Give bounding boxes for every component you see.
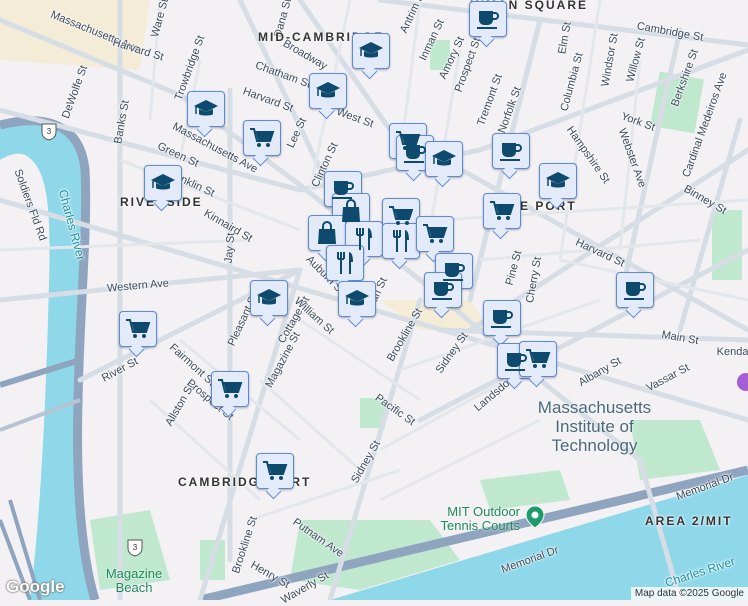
- school-marker[interactable]: [187, 91, 225, 127]
- cart-icon: [250, 128, 275, 147]
- svg-text:3: 3: [133, 543, 138, 552]
- school-icon: [345, 290, 369, 306]
- grocery-marker[interactable]: [416, 216, 454, 252]
- school-marker[interactable]: [539, 163, 577, 199]
- fork-icon: [356, 228, 372, 250]
- school-marker[interactable]: [352, 33, 390, 69]
- grocery-marker[interactable]: [243, 120, 281, 156]
- neighborhood-label: AREA 2/MIT: [645, 514, 733, 528]
- coffee-icon: [491, 310, 513, 328]
- google-logo[interactable]: Google: [6, 577, 65, 597]
- school-icon: [257, 289, 281, 305]
- fork-icon: [337, 252, 353, 274]
- school-marker[interactable]: [144, 165, 182, 201]
- coffee-marker[interactable]: [469, 1, 507, 37]
- cart-icon: [126, 319, 151, 338]
- school-icon: [432, 150, 456, 166]
- school-icon: [546, 172, 570, 188]
- kendall-station-icon[interactable]: [737, 373, 748, 391]
- coffee-marker[interactable]: [616, 272, 654, 308]
- coffee-icon: [404, 145, 426, 163]
- grocery-marker[interactable]: [256, 453, 294, 489]
- cart-icon: [218, 379, 243, 398]
- cart-icon: [389, 206, 414, 225]
- school-icon: [316, 82, 340, 98]
- grocery-marker[interactable]: [119, 311, 157, 347]
- coffee-icon: [477, 11, 499, 29]
- bag-icon: [342, 199, 360, 222]
- cart-icon: [526, 349, 551, 368]
- cart-icon: [490, 201, 515, 220]
- coffee-marker[interactable]: [483, 300, 521, 336]
- mit-label: Massachusetts Institute of Technology: [537, 398, 652, 455]
- magazine-beach-label[interactable]: Magazine Beach: [104, 567, 164, 595]
- cart-icon: [423, 224, 448, 243]
- fork-icon: [393, 230, 409, 252]
- school-icon: [151, 174, 175, 190]
- school-marker[interactable]: [250, 280, 288, 316]
- school-marker[interactable]: [425, 141, 463, 177]
- school-icon: [359, 42, 383, 58]
- school-icon: [194, 100, 218, 116]
- coffee-icon: [332, 181, 354, 199]
- street-label: Kendall: [716, 346, 748, 358]
- school-marker[interactable]: [338, 281, 376, 317]
- grocery-marker[interactable]: [483, 193, 521, 229]
- coffee-marker[interactable]: [492, 133, 530, 169]
- coffee-icon: [432, 282, 454, 300]
- bag-icon: [318, 221, 336, 244]
- map-attribution[interactable]: Map data ©2025 Google: [630, 587, 748, 600]
- restaurant-marker[interactable]: [382, 223, 420, 259]
- grocery-marker[interactable]: [211, 371, 249, 407]
- coffee-icon: [624, 282, 646, 300]
- school-marker[interactable]: [309, 73, 347, 109]
- coffee-icon: [500, 143, 522, 161]
- svg-text:3: 3: [47, 127, 52, 136]
- cart-icon: [263, 461, 288, 480]
- tennis-courts-label[interactable]: MIT Outdoor Tennis Courts: [430, 505, 520, 533]
